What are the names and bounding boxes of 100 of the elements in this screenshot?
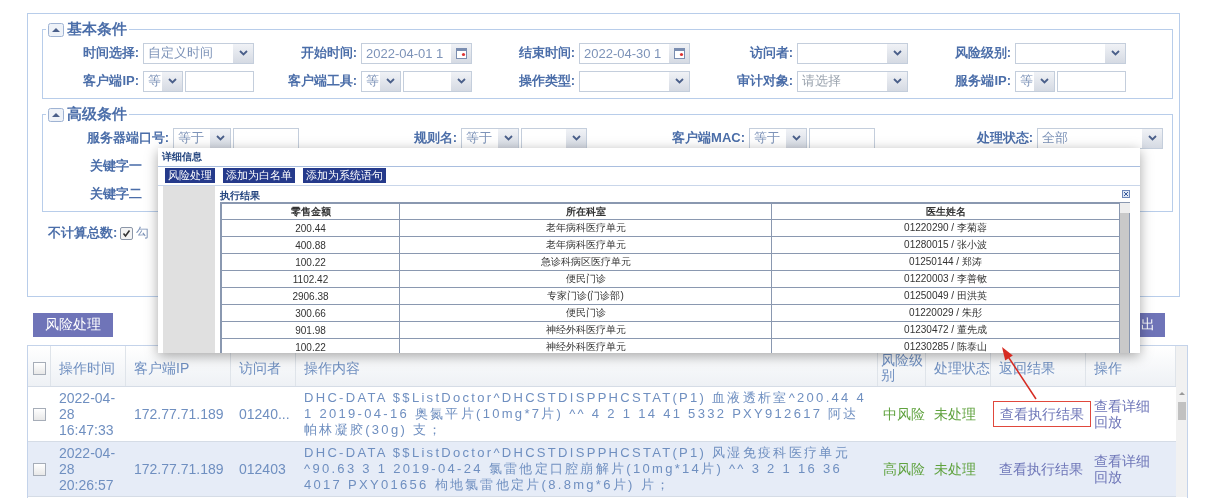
column-header: 访问者: [239, 360, 281, 376]
dropdown[interactable]: [579, 70, 690, 92]
input-field[interactable]: [1057, 70, 1126, 92]
chevron-down-icon: [503, 135, 513, 141]
dropdown[interactable]: 自定义时间: [143, 42, 254, 64]
action-link[interactable]: 回放: [1094, 414, 1150, 430]
column-header: 返回结果: [999, 360, 1055, 376]
column-header: 处理状态: [934, 360, 990, 376]
column-header: 所在科室: [399, 203, 772, 220]
date-field[interactable]: 2022-04-01 1: [361, 42, 472, 64]
field-label: 客户端MAC:: [671, 129, 746, 147]
dropdown[interactable]: [403, 70, 472, 92]
dropdown[interactable]: 全部: [1037, 127, 1163, 149]
dropdown[interactable]: [521, 127, 587, 149]
table-cell: 01250144 / 郑涛: [771, 253, 1120, 271]
checkbox[interactable]: [33, 462, 46, 476]
dropdown[interactable]: 请选择: [797, 70, 908, 92]
field-label: 访问者:: [748, 44, 794, 62]
action-button[interactable]: 添加为白名单: [223, 168, 295, 183]
scrollbar[interactable]: [1176, 346, 1187, 497]
table-cell-text: 2022-04-28 16:47:33: [59, 390, 117, 438]
table-cell: 01220029 / 朱彤: [771, 304, 1120, 322]
chevron-down-icon: [791, 135, 801, 141]
field-label: 结束时间:: [517, 44, 576, 62]
calendar-icon: [455, 47, 467, 59]
checkbox[interactable]: [33, 407, 46, 421]
chevron-down-icon: [892, 78, 902, 84]
action-link[interactable]: 查看详细: [1094, 453, 1150, 469]
table-cell: 172.77.71.189: [134, 461, 224, 477]
action-button[interactable]: 风险处理: [33, 313, 113, 337]
scroll-thumb[interactable]: [1178, 402, 1186, 420]
collapse-icon[interactable]: [48, 107, 64, 122]
action-link[interactable]: 回放: [1094, 469, 1150, 485]
table-cell-text: 2022-04-28 20:26:57: [59, 445, 117, 493]
table-cell: 012403: [239, 461, 286, 477]
operator-dropdown[interactable]: 等于: [749, 127, 807, 149]
column-header: 操作时间: [59, 360, 115, 376]
action-button[interactable]: 风险处理: [165, 168, 215, 183]
table-row[interactable]: [28, 442, 1176, 497]
field-label: 时间选择:: [81, 44, 140, 62]
dropdown[interactable]: [1015, 42, 1126, 64]
table-cell: 未处理: [934, 406, 976, 422]
result-link[interactable]: 查看执行结果: [993, 401, 1091, 427]
chevron-down-icon: [571, 135, 581, 141]
table-cell: 老年病科医疗单元: [399, 219, 772, 237]
field-label: 处理状态:: [975, 129, 1034, 147]
table-cell: 神经外科医疗单元: [399, 321, 772, 339]
table-cell: 01250049 / 田洪英: [771, 287, 1120, 305]
table-cell: 01220290 / 李菊蓉: [771, 219, 1120, 237]
checkbox[interactable]: [32, 361, 46, 375]
chevron-down-icon: [456, 78, 466, 84]
table-cell: 100.22: [221, 338, 400, 353]
result-link[interactable]: 查看执行结果: [999, 461, 1083, 477]
field-label: 客户端工具:: [286, 72, 358, 90]
chevron-down-icon: [1147, 135, 1157, 141]
table-cell: 高风险: [883, 461, 925, 477]
chevron-down-icon: [1110, 50, 1120, 56]
section-title: 基本条件: [67, 20, 127, 39]
operator-dropdown[interactable]: 等于: [173, 127, 231, 149]
close-icon[interactable]: [1122, 190, 1130, 198]
chevron-down-icon: [674, 78, 684, 84]
action-link[interactable]: 查看详细: [1094, 398, 1150, 414]
table-cell: 未处理: [934, 461, 976, 477]
table-cell: 专家门诊(门诊部): [399, 287, 772, 305]
date-field[interactable]: 2022-04-30 1: [579, 42, 690, 64]
collapse-icon[interactable]: [48, 22, 64, 37]
field-label: 审计对象:: [735, 72, 794, 90]
field-label: 关键字一: [89, 157, 143, 175]
field-label: 风险级别:: [953, 44, 1012, 62]
table-cell: 2906.38: [221, 287, 400, 305]
section-title: 执行结果: [220, 189, 260, 202]
chevron-down-icon: [892, 50, 902, 56]
operator-dropdown[interactable]: 等: [143, 70, 183, 92]
table-cell: 便民门诊: [399, 270, 772, 288]
input-field[interactable]: [233, 127, 299, 149]
table-cell: 200.44: [221, 219, 400, 237]
table-cell: 01280015 / 张小波: [771, 236, 1120, 254]
input-field[interactable]: [809, 127, 875, 149]
scrollbar[interactable]: [1120, 203, 1129, 353]
table-cell: 急诊科病区医疗单元: [399, 253, 772, 271]
operator-dropdown[interactable]: 等: [1015, 70, 1055, 92]
input-field[interactable]: [185, 70, 254, 92]
column-header: 医生姓名: [771, 203, 1120, 220]
table-cell: 01240...: [239, 406, 290, 422]
field-label: 开始时间:: [299, 44, 358, 62]
checkbox-label: 勾: [136, 224, 150, 242]
table-cell: 300.66: [221, 304, 400, 322]
table-cell: 400.88: [221, 236, 400, 254]
table-cell: 老年病科医疗单元: [399, 236, 772, 254]
column-header: 风险级别: [881, 353, 924, 383]
action-button[interactable]: 添加为系统语句: [303, 168, 386, 183]
chevron-down-icon: [1039, 78, 1049, 84]
table-cell: 01230472 / 董先成: [771, 321, 1120, 339]
operator-dropdown[interactable]: 等于: [461, 127, 519, 149]
field-label: 关键字二: [89, 185, 143, 203]
table-cell: 便民门诊: [399, 304, 772, 322]
operator-dropdown[interactable]: 等: [361, 70, 401, 92]
dropdown[interactable]: [797, 42, 908, 64]
checkbox[interactable]: [120, 226, 134, 240]
column-header: 操作内容: [304, 360, 360, 376]
